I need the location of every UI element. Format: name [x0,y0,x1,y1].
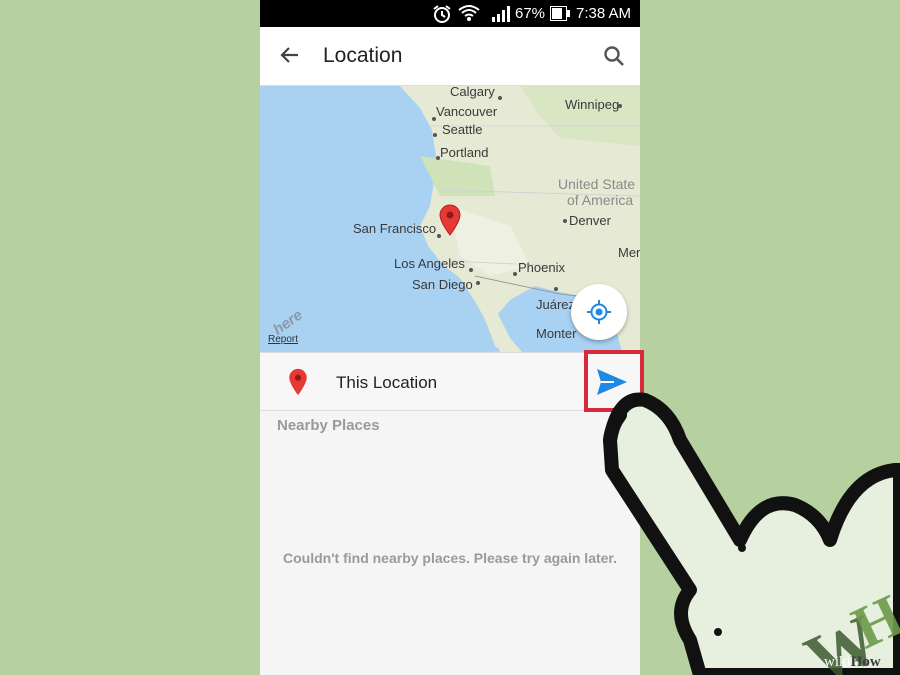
city-dot [563,219,567,223]
city-san-diego: San Diego [412,277,473,292]
city-partial: Mer [618,245,640,260]
city-monterrey: Monter [536,326,577,341]
clock: 7:38 AM [576,5,632,22]
location-pin-icon [289,368,307,396]
city-calgary: Calgary [450,86,495,99]
country-label-line2: of America [567,192,634,208]
send-icon[interactable] [596,368,628,396]
this-location-label: This Location [336,373,438,392]
wikihow-watermark: wikiHow [824,654,881,671]
report-link[interactable]: Report [268,334,298,345]
my-location-button[interactable] [571,284,627,340]
city-dot [498,96,502,100]
city-dot [513,272,517,276]
city-dot [469,268,473,272]
nearby-places-heading: Nearby Places [277,417,380,434]
city-los-angeles: Los Angeles [394,256,465,271]
city-portland: Portland [440,145,489,160]
watermark-prefix: wiki [824,654,851,670]
app-bar: Location [260,27,640,86]
wifi-icon [458,5,480,21]
city-dot [433,133,437,137]
city-denver: Denver [569,213,611,228]
city-san-francisco: San Francisco [353,221,437,236]
arrow-left-icon[interactable] [278,43,302,67]
city-vancouver: Vancouver [436,104,498,119]
page-title: Location [323,44,403,67]
city-juarez: Juárez [536,297,576,312]
map-view[interactable]: Calgary Vancouver Winnipeg Seattle Portl… [260,86,640,352]
map-pin-icon [439,204,461,236]
watermark-suffix: How [850,654,881,670]
city-dot [476,281,480,285]
signal-icon [492,6,510,22]
search-icon[interactable] [602,44,626,68]
battery-icon [550,6,570,21]
battery-percent: 67% [515,5,546,22]
city-seattle: Seattle [442,122,483,137]
this-location-row[interactable]: This Location [260,352,640,411]
country-label-line1: United State [558,176,636,192]
highlight-box [584,350,644,412]
crosshair-icon [587,300,611,324]
city-winnipeg: Winnipeg [565,97,620,112]
phone-screen: 67% 7:38 AM Location Calgary Vancouver W… [260,0,640,675]
city-dot [554,287,558,291]
empty-state-message: Couldn't find nearby places. Please try … [283,550,617,566]
status-bar: 67% 7:38 AM [260,0,640,27]
city-phoenix: Phoenix [518,260,565,275]
alarm-icon [433,5,451,23]
